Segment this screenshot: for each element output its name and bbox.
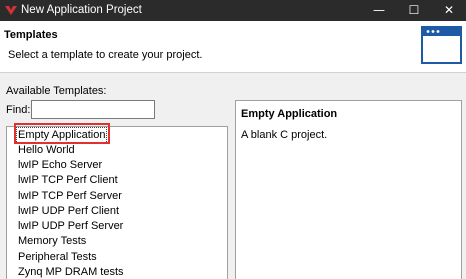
template-item-zynq-mp-dram-tests[interactable]: Zynq MP DRAM tests [17, 265, 125, 279]
maximize-button[interactable]: ☐ [397, 0, 431, 21]
selection-highlight-box [14, 123, 110, 144]
page-title: Templates [4, 29, 58, 41]
template-item-hello-world[interactable]: Hello World [17, 143, 76, 158]
app-logo-icon [5, 6, 17, 15]
window-banner-icon [421, 26, 462, 64]
template-item-lwip-echo-server[interactable]: lwIP Echo Server [17, 158, 103, 173]
title-bar: New Application Project — ☐ ✕ [0, 0, 466, 21]
description-text: A blank C project. [241, 129, 328, 141]
template-item-lwip-tcp-perf-server[interactable]: lwIP TCP Perf Server [17, 189, 123, 204]
find-label: Find: [6, 104, 31, 116]
window-title: New Application Project [21, 4, 142, 16]
page-description: Select a template to create your project… [8, 49, 203, 61]
template-item-memory-tests[interactable]: Memory Tests [17, 234, 87, 249]
template-description-panel: Empty Application A blank C project. [235, 100, 462, 279]
minimize-button[interactable]: — [362, 0, 396, 21]
template-item-lwip-tcp-perf-client[interactable]: lwIP TCP Perf Client [17, 173, 119, 188]
find-input[interactable] [31, 100, 155, 119]
available-templates-label: Available Templates: [6, 85, 107, 97]
template-item-lwip-udp-perf-client[interactable]: lwIP UDP Perf Client [17, 204, 120, 219]
wizard-header: Templates Select a template to create yo… [0, 21, 466, 73]
template-item-lwip-udp-perf-server[interactable]: lwIP UDP Perf Server [17, 219, 124, 234]
close-button[interactable]: ✕ [432, 0, 466, 21]
template-item-peripheral-tests[interactable]: Peripheral Tests [17, 250, 98, 265]
description-title: Empty Application [241, 108, 338, 120]
